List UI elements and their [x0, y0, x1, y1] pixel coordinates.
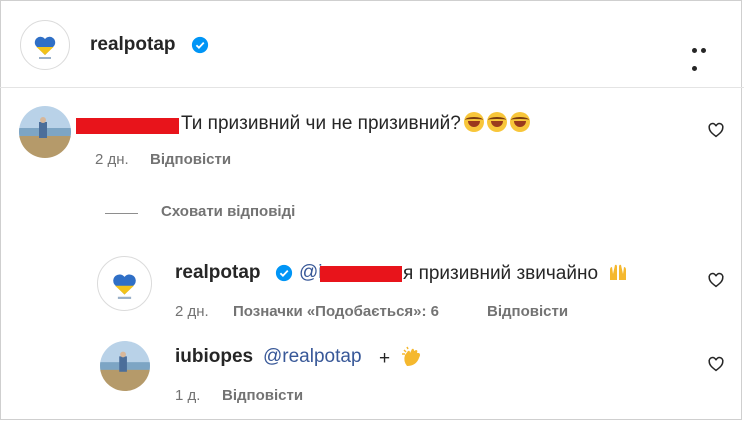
more-dot-icon: [692, 48, 697, 53]
likes-count[interactable]: Позначки «Подобається»: 6: [233, 303, 439, 320]
comment-time: 2 дн.: [95, 151, 129, 168]
verified-badge-icon: [191, 36, 209, 54]
reply-avatar[interactable]: [97, 256, 152, 311]
laugh-emoji-icon: [486, 112, 507, 132]
heart-icon[interactable]: [707, 121, 725, 139]
header-username[interactable]: realpotap: [90, 34, 176, 56]
verified-badge-icon: [275, 264, 293, 282]
beach-photo-icon: [100, 341, 150, 391]
heart-icon[interactable]: [707, 271, 725, 289]
reply-button[interactable]: Відповісти: [487, 303, 568, 320]
reply-mention[interactable]: @realpotap: [263, 346, 362, 368]
clap-emoji-icon: [402, 346, 421, 366]
more-dot-icon: [701, 48, 706, 53]
more-options-button[interactable]: [692, 40, 716, 71]
reply-mention[interactable]: @i: [299, 262, 323, 284]
redaction-bar: [320, 266, 402, 282]
hide-replies-button[interactable]: Сховати відповіді: [161, 203, 295, 220]
reply-time: 2 дн.: [175, 303, 209, 320]
reply-username[interactable]: iubiopes: [175, 346, 253, 368]
reply-button[interactable]: Відповісти: [222, 387, 303, 404]
reply-text: я призивний звичайно: [403, 262, 629, 285]
raised-hands-emoji-icon: [610, 264, 627, 280]
profile-avatar[interactable]: [20, 20, 70, 70]
laugh-emoji-icon: [463, 112, 484, 132]
heart-flag-logo-icon: [113, 274, 136, 299]
reply-username[interactable]: realpotap: [175, 262, 261, 284]
heart-icon[interactable]: [707, 355, 725, 373]
comment-text: Ти призивний чи не призивний?: [181, 112, 530, 135]
laugh-emoji-icon: [509, 112, 530, 132]
heart-flag-logo-icon: [34, 36, 56, 59]
more-dot-icon: [692, 66, 697, 71]
beach-photo-icon: [19, 106, 71, 158]
post-header: realpotap: [0, 0, 744, 88]
reply-text: +: [379, 346, 423, 370]
redaction-bar: [76, 118, 179, 134]
hide-replies-line: [105, 213, 138, 214]
reply-time: 1 д.: [175, 387, 201, 404]
reply-avatar[interactable]: [100, 341, 150, 391]
reply-button[interactable]: Відповісти: [150, 151, 231, 168]
commenter-avatar[interactable]: [19, 106, 71, 158]
